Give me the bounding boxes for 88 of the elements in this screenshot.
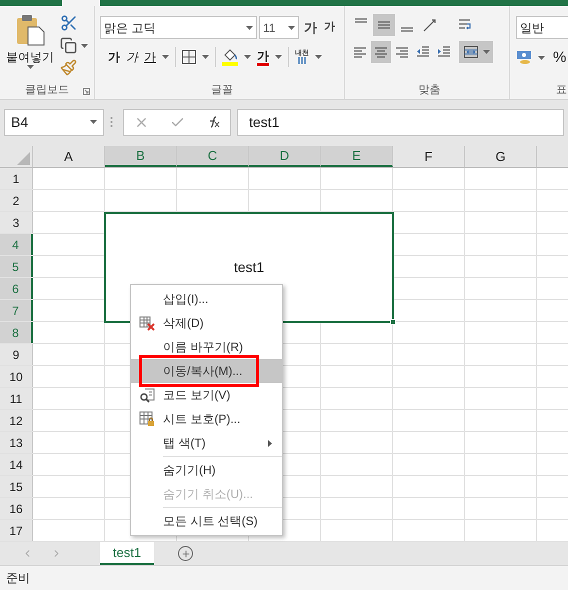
clipboard-icon [15, 14, 45, 46]
align-left-icon [353, 46, 367, 58]
percent-button[interactable]: % [553, 47, 566, 70]
bold-button[interactable]: 가 [108, 48, 120, 66]
caret-icon [90, 120, 97, 124]
caret-icon [538, 56, 545, 60]
align-top-icon [354, 18, 368, 23]
cut-icon[interactable] [60, 14, 78, 32]
currency-icon[interactable] [516, 50, 534, 66]
row-header[interactable]: 4 [0, 234, 33, 255]
format-painter-icon[interactable] [60, 59, 77, 76]
column-header[interactable]: G [465, 146, 537, 167]
borders-icon[interactable] [182, 50, 196, 64]
copy-icon[interactable] [60, 37, 77, 54]
protect-sheet-icon [139, 411, 155, 427]
menu-item[interactable]: 모든 시트 선택(S) [131, 509, 282, 533]
alignment-button[interactable] [459, 41, 493, 63]
caret-icon [246, 26, 253, 30]
row-header[interactable]: 7 [0, 300, 33, 321]
caret-icon [315, 55, 322, 59]
column-header[interactable]: B [105, 146, 177, 167]
row-header[interactable]: 14 [0, 454, 33, 475]
grow-font-button[interactable]: 가 [301, 18, 320, 38]
code-view-icon [139, 387, 155, 403]
row-header[interactable]: 5 [0, 256, 33, 277]
row-header[interactable]: 3 [0, 212, 33, 233]
row-header[interactable]: 12 [0, 410, 33, 431]
font-size-field[interactable]: 11 [259, 16, 299, 39]
menu-item[interactable]: 숨기기(H) [131, 458, 282, 482]
delete-sheet-icon [139, 315, 155, 331]
row-header[interactable]: 8 [0, 322, 33, 343]
sheet-tab[interactable]: test1 [100, 542, 154, 565]
alignment-button[interactable] [373, 14, 395, 36]
align-bottom-icon [400, 27, 414, 32]
column-header[interactable]: F [393, 146, 465, 167]
grip-icon [110, 116, 113, 128]
row-header[interactable]: 2 [0, 190, 33, 211]
dialog-launcher-icon[interactable] [83, 88, 90, 95]
row-header[interactable]: 13 [0, 432, 33, 453]
font-name-field[interactable]: 맑은 고딕 [100, 16, 257, 39]
group-label: 클립보드 [25, 82, 69, 98]
status-text: 준비 [6, 570, 30, 587]
row-header[interactable]: 9 [0, 344, 33, 365]
column-header[interactable]: E [321, 146, 393, 167]
group-label: 표 [556, 82, 567, 98]
caret-icon [482, 50, 490, 54]
menu-item[interactable]: 탭 색(T) [131, 431, 282, 455]
row-header[interactable]: 11 [0, 388, 33, 409]
caret-icon [275, 55, 282, 59]
row-header[interactable]: 17 [0, 520, 33, 541]
menu-item[interactable]: 이름 바꾸기(R) [131, 335, 282, 359]
caret-icon [162, 55, 169, 59]
font-color-button[interactable]: 가 [257, 48, 269, 66]
caret-icon [244, 55, 251, 59]
caret-icon [202, 55, 209, 59]
row-header[interactable]: 16 [0, 498, 33, 519]
align-right-icon [395, 46, 409, 58]
row-header[interactable]: 1 [0, 168, 33, 189]
align-orientation-icon [422, 17, 438, 33]
phonetic-mark-icon [298, 57, 306, 64]
align-middle-icon [377, 21, 391, 29]
menu-item[interactable]: 코드 보기(V) [131, 383, 282, 407]
align-center-icon [374, 46, 388, 58]
number-format-field[interactable]: 일반 [516, 16, 568, 39]
shrink-font-button[interactable]: 가 [322, 19, 337, 36]
paste-button[interactable]: 붙여넣기 [4, 14, 56, 81]
alignment-button[interactable] [371, 41, 391, 63]
row-header[interactable]: 6 [0, 278, 33, 299]
column-header[interactable]: C [177, 146, 249, 167]
group-label: 글꼴 [211, 82, 233, 98]
name-box[interactable]: B4 [4, 108, 104, 136]
align-merge-icon [462, 44, 478, 60]
column-header[interactable]: D [249, 146, 321, 167]
menu-item[interactable]: 시트 보호(P)... [131, 407, 282, 431]
row-header[interactable]: 15 [0, 476, 33, 497]
submenu-arrow-icon [268, 440, 272, 446]
new-sheet-icon[interactable] [178, 546, 193, 561]
caret-icon [26, 65, 34, 69]
menu-item[interactable]: 이동/복사(M)... [131, 359, 282, 383]
caret-icon [81, 44, 88, 48]
formula-field[interactable]: test1 [237, 108, 564, 136]
menu-item[interactable]: 삽입(I)... [131, 287, 282, 311]
fill-color-icon[interactable] [222, 48, 238, 66]
caret-icon [288, 26, 295, 30]
italic-button[interactable]: 가 [126, 48, 138, 66]
underline-button[interactable]: 가 [144, 48, 156, 66]
group-label: 맞춤 [418, 82, 440, 98]
row-header[interactable]: 10 [0, 366, 33, 387]
